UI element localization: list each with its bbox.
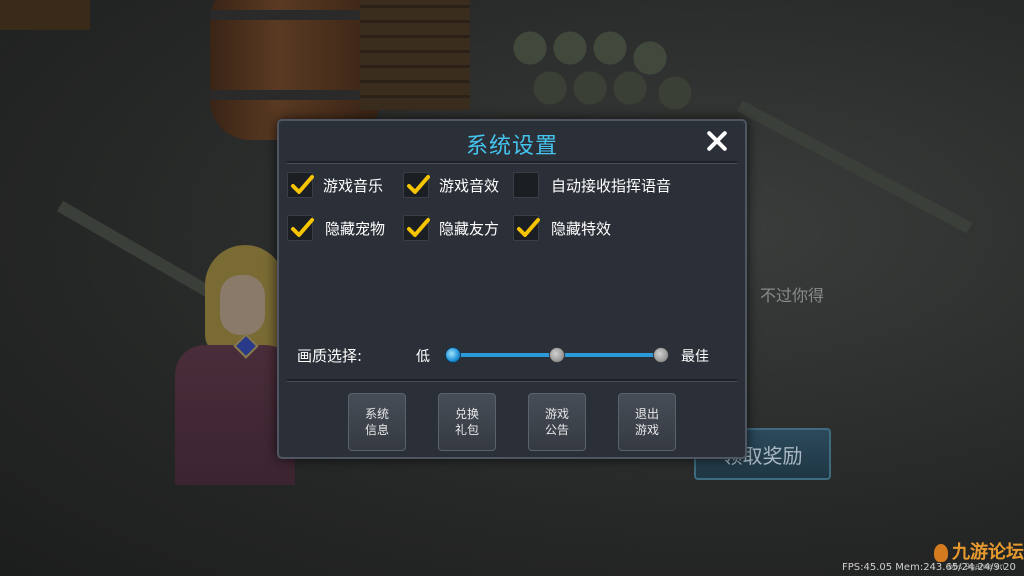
checkmark-icon xyxy=(291,218,314,237)
option-label: 隐藏宠物 xyxy=(325,219,386,238)
option-game-music[interactable]: 游戏音乐 xyxy=(287,172,383,198)
quality-label: 画质选择: xyxy=(297,347,363,365)
announcement-button[interactable]: 游戏 公告 xyxy=(528,393,586,451)
button-label: 游戏 公告 xyxy=(544,407,569,437)
option-label: 游戏音效 xyxy=(439,176,500,195)
wooden-crates xyxy=(360,0,470,110)
wooden-sign xyxy=(0,0,90,30)
option-game-sound[interactable]: 游戏音效 xyxy=(403,172,499,198)
option-hide-allies[interactable]: 隐藏友方 xyxy=(403,215,499,241)
checkbox-hide-allies[interactable] xyxy=(403,215,430,241)
character-face xyxy=(220,275,265,335)
system-settings-dialog: 系统设置 游戏音乐 游戏音效 自动接收指挥语音 隐藏宠物 隐藏友方 隐藏特效 画… xyxy=(277,119,747,459)
option-label: 隐藏特效 xyxy=(551,219,612,238)
quality-low-label: 低 xyxy=(416,349,430,365)
dialog-title: 系统设置 xyxy=(465,134,558,159)
checkmark-icon xyxy=(291,175,314,194)
quality-knob-medium[interactable] xyxy=(549,347,565,363)
option-hide-pets[interactable]: 隐藏宠物 xyxy=(287,215,385,241)
checkbox-hide-effects[interactable] xyxy=(513,215,540,241)
checkmark-icon xyxy=(517,218,540,237)
system-info-button[interactable]: 系统 信息 xyxy=(348,393,406,451)
quality-knob-best[interactable] xyxy=(653,347,669,363)
watermark-logo: 九游论坛 xyxy=(952,542,1024,563)
dialog-header: 系统设置 xyxy=(279,121,745,161)
divider xyxy=(287,161,737,164)
option-auto-voice[interactable]: 自动接收指挥语音 xyxy=(513,172,671,198)
checkmark-icon xyxy=(407,218,430,237)
option-label: 隐藏友方 xyxy=(439,219,500,238)
quality-slider[interactable] xyxy=(445,347,669,363)
quality-knob-low[interactable] xyxy=(445,347,461,363)
option-label: 游戏音乐 xyxy=(323,176,384,195)
exit-game-button[interactable]: 退出 游戏 xyxy=(618,393,676,451)
npc-character xyxy=(155,245,295,485)
checkbox-game-music[interactable] xyxy=(287,172,314,198)
checkmark-icon xyxy=(407,175,430,194)
barrel-stack xyxy=(510,28,710,118)
checkbox-game-sound[interactable] xyxy=(403,172,430,198)
close-icon[interactable] xyxy=(705,129,729,153)
redeem-gift-button[interactable]: 兑换 礼包 xyxy=(438,393,496,451)
button-label: 退出 游戏 xyxy=(634,407,659,437)
checkbox-auto-voice[interactable] xyxy=(513,172,539,198)
button-label: 兑换 礼包 xyxy=(454,407,479,437)
option-hide-effects[interactable]: 隐藏特效 xyxy=(513,215,611,241)
option-label: 自动接收指挥语音 xyxy=(551,176,672,195)
dialogue-text: 不过你得 xyxy=(760,286,825,305)
quality-high-label: 最佳 xyxy=(681,349,709,365)
divider xyxy=(287,379,737,382)
button-label: 系统 信息 xyxy=(364,407,389,437)
checkbox-hide-pets[interactable] xyxy=(287,215,314,241)
fox-logo-icon xyxy=(934,544,948,562)
performance-stats: FPS:45.05 Mem:243.65/24.24/9.20 xyxy=(842,562,1016,573)
